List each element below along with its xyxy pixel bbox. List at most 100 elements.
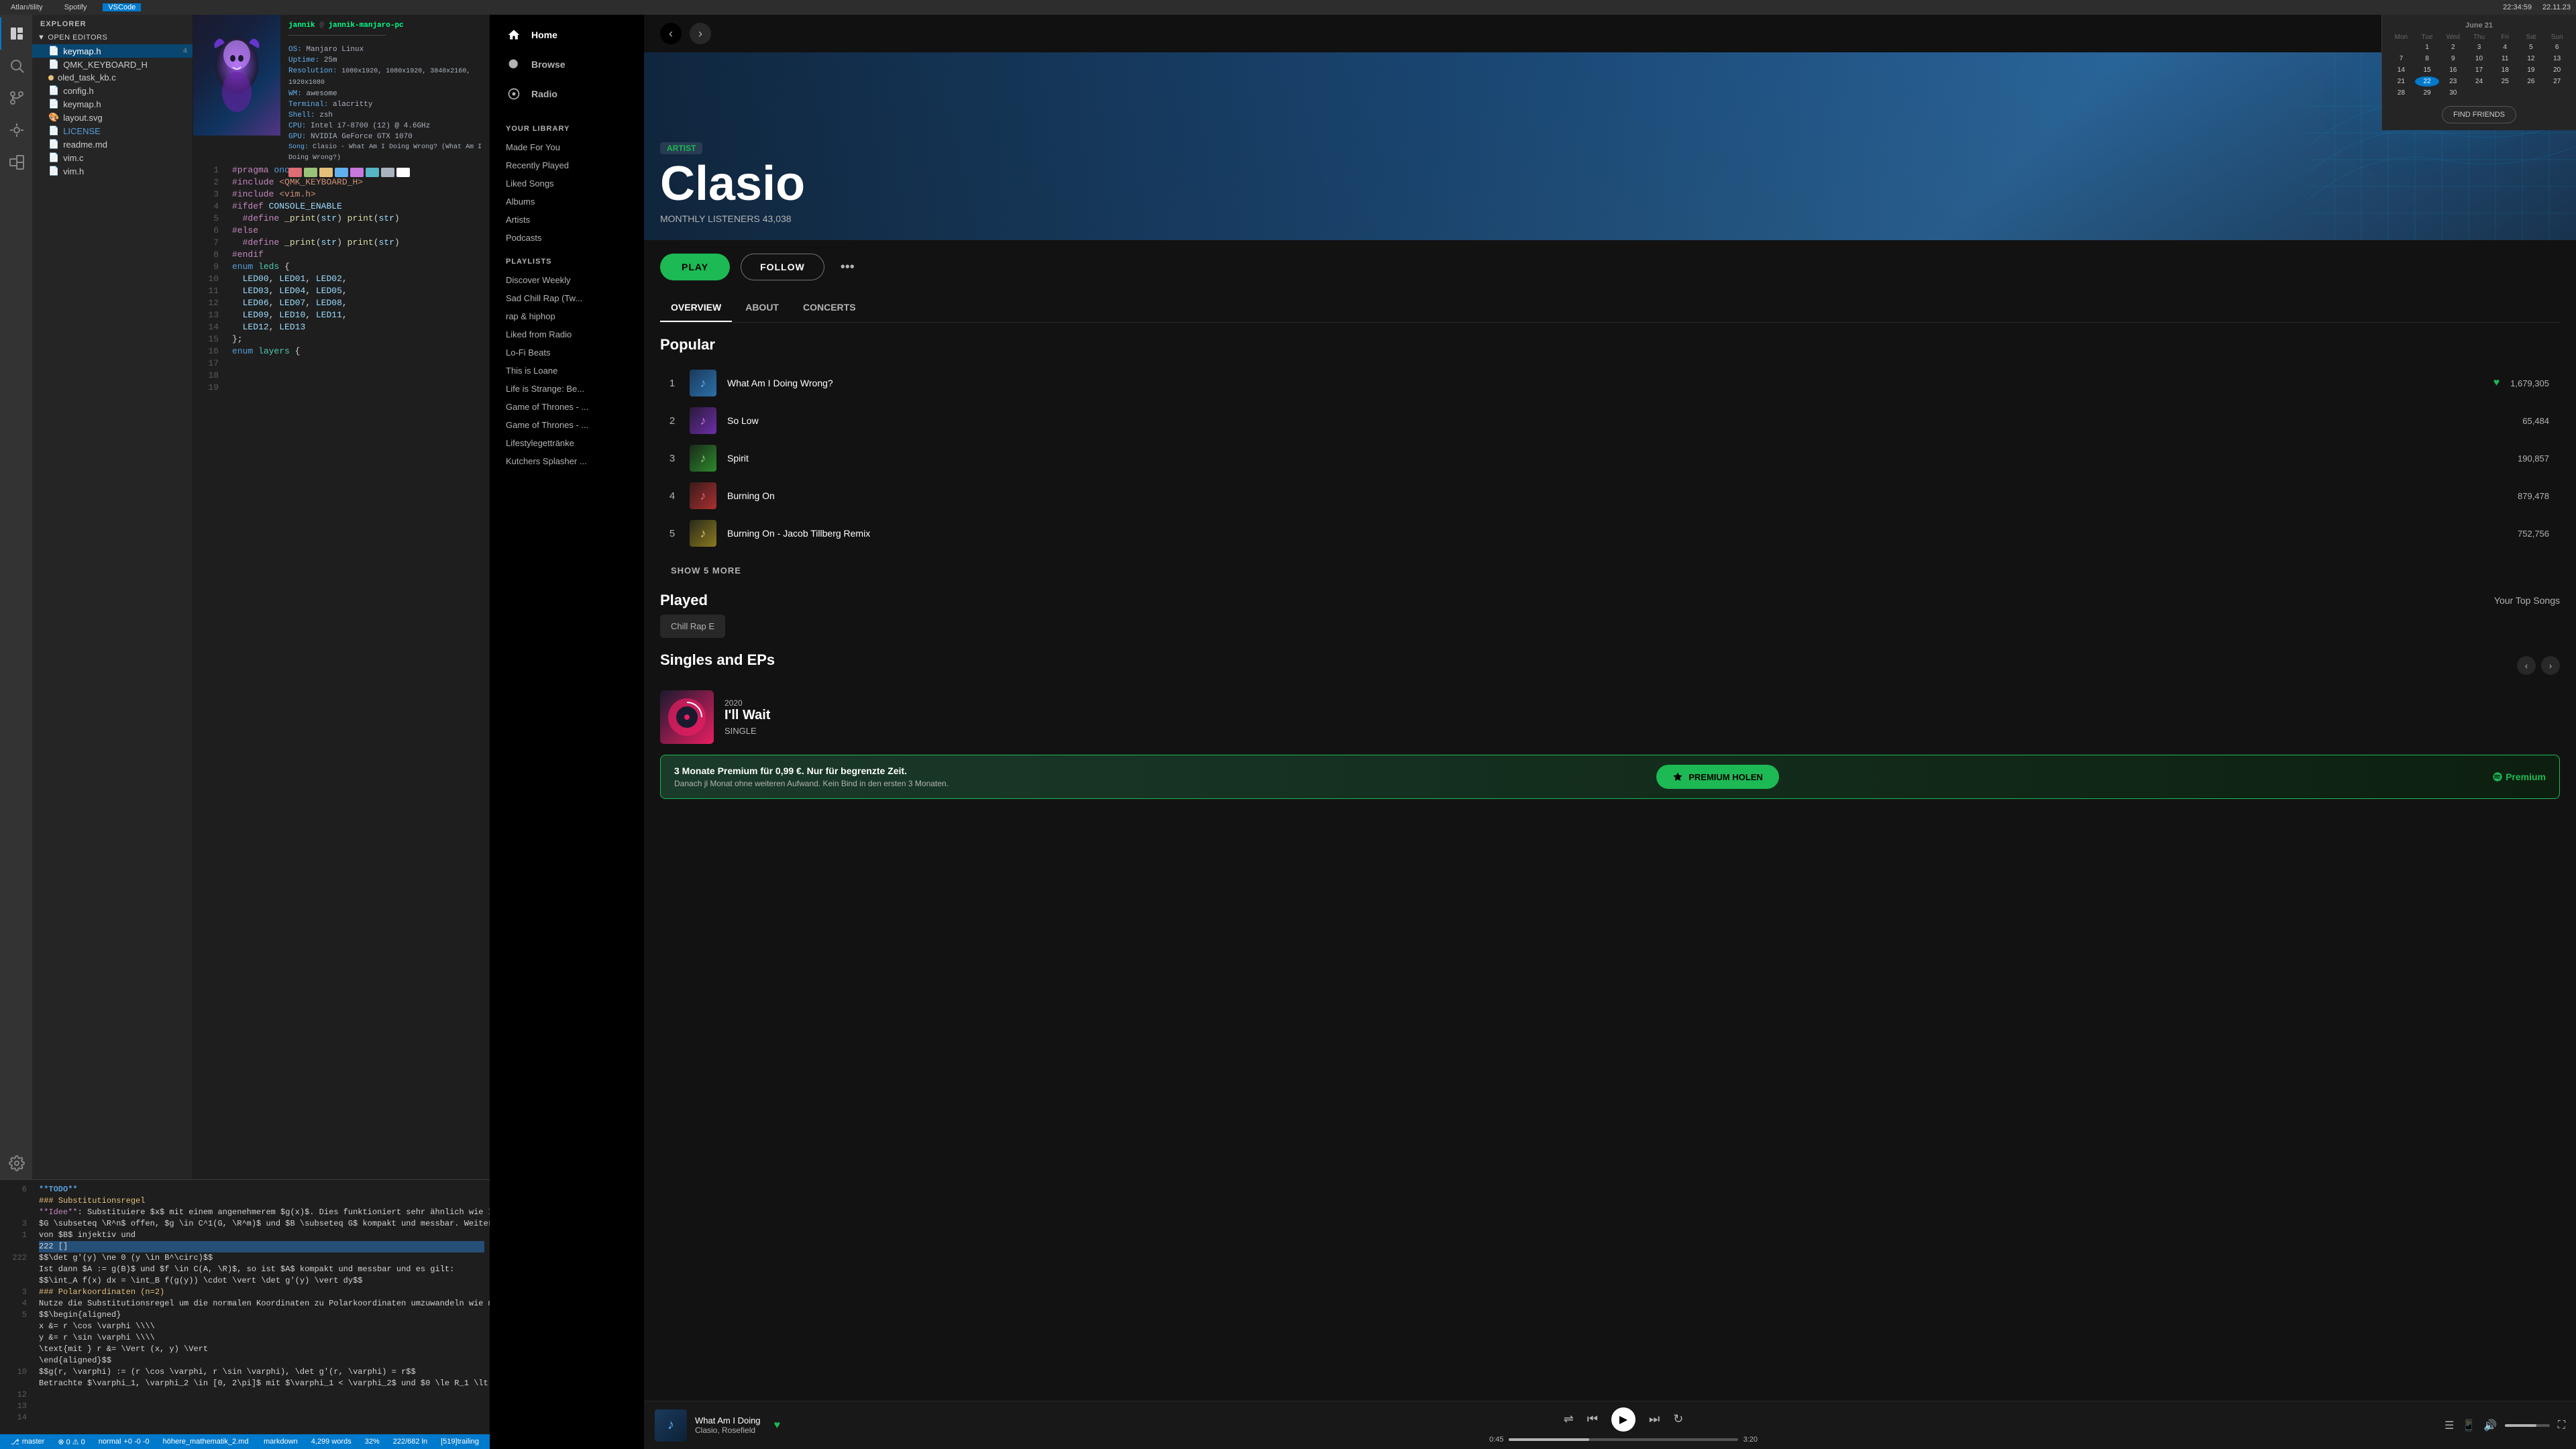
language-mode[interactable]: markdown: [260, 1438, 302, 1446]
chill-rap-item[interactable]: Chill Rap E: [660, 614, 725, 638]
explorer-file-vim-c[interactable]: 📄 vim.c: [32, 151, 193, 164]
explorer-file-layout[interactable]: 🎨 layout.svg: [32, 111, 193, 124]
spotify-scrollable-content[interactable]: ARTIST Clasio MONTHLY LISTENERS 43,038 P…: [644, 52, 2576, 1401]
spotify-nav-browse[interactable]: Browse: [490, 50, 644, 79]
cal-day-7[interactable]: 7: [2389, 54, 2414, 64]
cal-day-8[interactable]: 8: [2415, 54, 2440, 64]
spotify-playlist-rap[interactable]: rap & hiphop: [490, 307, 644, 325]
spotify-playlist-liked-radio[interactable]: Liked from Radio: [490, 325, 644, 343]
queue-button[interactable]: ☰: [2445, 1419, 2454, 1432]
explorer-file-config[interactable]: 📄 config.h: [32, 84, 193, 97]
code-editor[interactable]: 12345 678910 1112131415 16171819 #pragma…: [193, 159, 490, 1179]
spotify-playlist-sad-chill[interactable]: Sad Chill Rap (Tw...: [490, 289, 644, 307]
explorer-open-editors-section[interactable]: ▼ OPEN EDITORS: [32, 31, 193, 44]
spotify-library-recently-played[interactable]: Recently Played: [490, 156, 644, 174]
track-row-5[interactable]: 5 ♪ Burning On - Jacob Tillberg Remix 75…: [660, 515, 2560, 552]
explorer-file-readme[interactable]: 📄 readme.md: [32, 138, 193, 151]
cal-day-2[interactable]: 2: [2440, 42, 2465, 52]
track-row-2[interactable]: 2 ♪ So Low 65,484: [660, 402, 2560, 439]
singles-next[interactable]: ›: [2541, 656, 2560, 675]
code-content[interactable]: #pragma once #include <QMK_KEYBOARD_H> #…: [227, 159, 490, 1179]
activity-bar-search[interactable]: [0, 50, 32, 82]
tab-concerts[interactable]: CONCERTS: [792, 294, 867, 322]
progress-bar[interactable]: [1509, 1438, 1737, 1441]
play-pause-button[interactable]: ▶: [1611, 1407, 1635, 1432]
tab-overview[interactable]: OVERVIEW: [660, 294, 732, 322]
premium-button[interactable]: PREMIUM HOLEN: [1656, 765, 1779, 789]
track-row-3[interactable]: 3 ♪ Spirit 190,857: [660, 439, 2560, 477]
spotify-playlist-lofi[interactable]: Lo-Fi Beats: [490, 343, 644, 362]
cal-day-20[interactable]: 20: [2544, 65, 2569, 75]
cal-day-15[interactable]: 15: [2415, 65, 2440, 75]
spotify-playlist-got1[interactable]: Game of Thrones - ...: [490, 398, 644, 416]
cal-day-25[interactable]: 25: [2493, 76, 2518, 87]
spotify-playlist-loane[interactable]: This is Loane: [490, 362, 644, 380]
follow-button[interactable]: FOLLOW: [741, 254, 824, 280]
fullscreen-button[interactable]: ⛶: [2558, 1419, 2565, 1432]
shuffle-button[interactable]: ⇌: [1564, 1412, 1574, 1426]
spotify-forward-button[interactable]: ›: [690, 23, 711, 44]
singles-prev[interactable]: ‹: [2517, 656, 2536, 675]
bottom-code-content[interactable]: **TODO** ### Substitutionsregel **Idee**…: [34, 1180, 490, 1434]
track-liked-1[interactable]: ♥: [2493, 377, 2500, 389]
line-col[interactable]: 222/682 ln: [389, 1438, 431, 1446]
cal-day-24[interactable]: 24: [2467, 76, 2491, 87]
repeat-button[interactable]: ↻: [1673, 1412, 1683, 1426]
cal-day-22[interactable]: 22: [2415, 76, 2440, 87]
your-top-songs[interactable]: Your Top Songs: [2494, 595, 2560, 606]
activity-bar-debug[interactable]: [0, 114, 32, 146]
spotify-library-made-for-you[interactable]: Made For You: [490, 138, 644, 156]
cal-day-14[interactable]: 14: [2389, 65, 2414, 75]
find-friends-button[interactable]: FIND FRIENDS: [2442, 106, 2516, 123]
cal-day-18[interactable]: 18: [2493, 65, 2518, 75]
activity-bar-git[interactable]: [0, 82, 32, 114]
explorer-file-keymap2[interactable]: 📄 keymap.h: [32, 97, 193, 111]
spotify-library-liked-songs[interactable]: Liked Songs: [490, 174, 644, 193]
ep-card[interactable]: 2020 I'll Wait SINGLE: [660, 690, 2560, 744]
cal-day-21[interactable]: 21: [2389, 76, 2414, 87]
spotify-library-artists[interactable]: Artists: [490, 211, 644, 229]
cal-day-23[interactable]: 23: [2440, 76, 2465, 87]
activity-bar-settings[interactable]: [0, 1147, 32, 1179]
cal-day-28[interactable]: 28: [2389, 88, 2414, 98]
cal-day-6[interactable]: 6: [2544, 42, 2569, 52]
next-button[interactable]: ⏭: [1649, 1412, 1660, 1426]
spotify-library-albums[interactable]: Albums: [490, 193, 644, 211]
cal-day-5[interactable]: 5: [2519, 42, 2544, 52]
activity-bar-extensions[interactable]: [0, 146, 32, 178]
track-row-1[interactable]: 1 ♪ What Am I Doing Wrong? ♥ 1,679,305: [660, 364, 2560, 402]
tab-about[interactable]: ABOUT: [735, 294, 790, 322]
spotify-back-button[interactable]: ‹: [660, 23, 682, 44]
app-label-vscode[interactable]: VSCode: [103, 3, 141, 11]
cal-day-26[interactable]: 26: [2519, 76, 2544, 87]
word-count[interactable]: 4,299 words: [307, 1438, 356, 1446]
spotify-nav-home[interactable]: Home: [490, 20, 644, 50]
prev-button[interactable]: ⏮: [1587, 1412, 1598, 1426]
play-button[interactable]: PLAY: [660, 254, 730, 280]
cal-day-3[interactable]: 3: [2467, 42, 2491, 52]
show-more-button[interactable]: SHOW 5 MORE: [660, 560, 752, 581]
cal-day-10[interactable]: 10: [2467, 54, 2491, 64]
explorer-file-vim-h[interactable]: 📄 vim.h: [32, 164, 193, 178]
explorer-file-keymap-active[interactable]: 📄 keymap.h 4: [32, 44, 193, 58]
git-branch[interactable]: ⎇ master: [7, 1438, 48, 1446]
cal-day-12[interactable]: 12: [2519, 54, 2544, 64]
cal-day-1[interactable]: 1: [2415, 42, 2440, 52]
cal-day-16[interactable]: 16: [2440, 65, 2465, 75]
cal-day-29[interactable]: 29: [2415, 88, 2440, 98]
player-liked-icon[interactable]: ♥: [774, 1419, 781, 1432]
volume-icon[interactable]: 🔊: [2483, 1419, 2497, 1432]
explorer-file-qmk[interactable]: 📄 QMK_KEYBOARD_H: [32, 58, 193, 71]
cal-day-11[interactable]: 11: [2493, 54, 2518, 64]
explorer-file-oled[interactable]: oled_task_kb.c: [32, 71, 193, 84]
cal-day-27[interactable]: 27: [2544, 76, 2569, 87]
cal-day-19[interactable]: 19: [2519, 65, 2544, 75]
cal-day-4[interactable]: 4: [2493, 42, 2518, 52]
spotify-playlist-lifestyle[interactable]: Lifestylegettränke: [490, 434, 644, 452]
track-row-4[interactable]: 4 ♪ Burning On 879,478: [660, 477, 2560, 515]
spotify-playlist-discover[interactable]: Discover Weekly: [490, 271, 644, 289]
more-options-button[interactable]: •••: [835, 254, 860, 280]
activity-bar-explorer[interactable]: [0, 17, 32, 50]
app-label-utility[interactable]: Atları/tility: [5, 3, 48, 11]
cal-day-30[interactable]: 30: [2440, 88, 2465, 98]
